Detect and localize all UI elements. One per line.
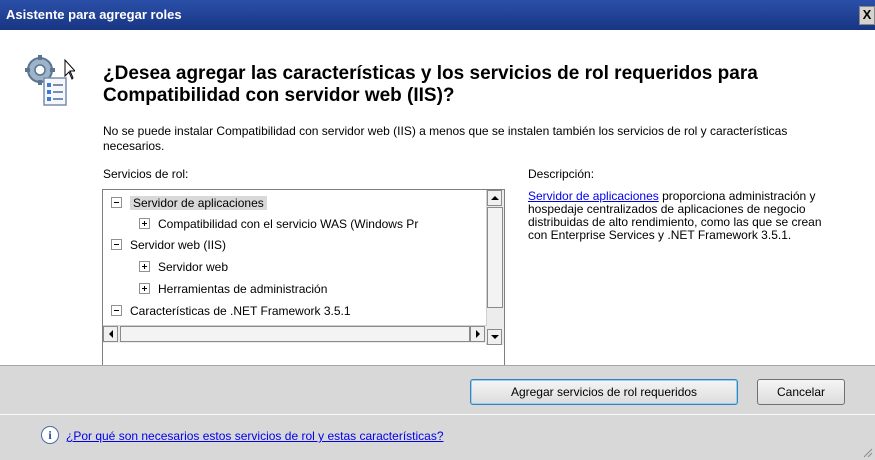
help-bar: i ¿Por qué son necesarios estos servicio… [0,414,875,460]
arrow-right-icon [476,330,480,338]
page-heading: ¿Desea agregar las características y los… [103,63,758,106]
scroll-left-button[interactable] [103,326,118,342]
expand-icon[interactable] [139,261,150,273]
description-label: Descripción: [528,167,595,181]
arrow-left-icon [109,330,113,338]
services-label: Servicios de rol: [103,167,189,181]
help-link[interactable]: ¿Por qué son necesarios estos servicios … [66,429,444,443]
button-bar: Agregar servicios de rol requeridos Canc… [0,365,875,414]
tree-item-label: Servidor web (IIS) [130,238,227,252]
tree-item-compatibilidad-was[interactable]: Compatibilidad con el servicio WAS (Wind… [139,214,418,234]
horizontal-scrollbar[interactable] [103,325,487,343]
scroll-up-button[interactable] [487,190,502,206]
role-services-tree[interactable]: Servidor de aplicaciones Compatibilidad … [102,189,505,381]
tree-item-servidor-web[interactable]: Servidor web [139,257,228,277]
tree-item-label: Compatibilidad con el servicio WAS (Wind… [158,217,419,231]
close-icon[interactable]: X [859,6,875,25]
tree-item-servidor-web-iis[interactable]: Servidor web (IIS) [111,235,226,255]
tree-item-label: Herramientas de administración [158,282,328,296]
collapse-icon[interactable] [111,197,122,209]
intro-text: No se puede instalar Compatibilidad con … [103,124,788,153]
add-required-role-services-button[interactable]: Agregar servicios de rol requeridos [470,379,738,405]
tree-item-servidor-aplicaciones[interactable]: Servidor de aplicaciones [111,193,267,213]
tree-item-label: Servidor de aplicaciones [130,196,267,210]
expand-icon[interactable] [139,218,150,230]
scroll-down-button[interactable] [487,329,502,345]
dialog-content: ¿Desea agregar las características y los… [0,30,875,381]
arrow-up-icon [491,196,499,200]
arrow-down-icon [491,335,499,339]
cancel-button[interactable]: Cancelar [757,379,845,405]
title-bar[interactable]: Asistente para agregar roles X [0,0,875,30]
description-link[interactable]: Servidor de aplicaciones [528,189,659,203]
resize-grip-icon[interactable] [861,446,873,458]
vertical-scroll-thumb[interactable] [487,207,503,308]
tree-item-net-framework[interactable]: Características de .NET Framework 3.5.1 [111,301,351,321]
window-title: Asistente para agregar roles [6,7,182,22]
info-icon: i [41,426,59,444]
tree-item-label: Servidor web [158,260,229,274]
horizontal-scroll-thumb[interactable] [120,326,470,342]
roles-wizard-icon [25,55,75,106]
tree-item-herramientas-administracion[interactable]: Herramientas de administración [139,279,327,299]
collapse-icon[interactable] [111,239,122,251]
tree-item-label: Características de .NET Framework 3.5.1 [130,304,351,318]
scroll-right-button[interactable] [470,326,485,342]
vertical-scrollbar[interactable] [486,190,504,345]
expand-icon[interactable] [139,283,150,295]
role-description: Servidor de aplicaciones proporciona adm… [528,190,838,242]
add-roles-wizard-window: Asistente para agregar roles X ¿Desea ag… [0,0,875,460]
collapse-icon[interactable] [111,305,122,317]
